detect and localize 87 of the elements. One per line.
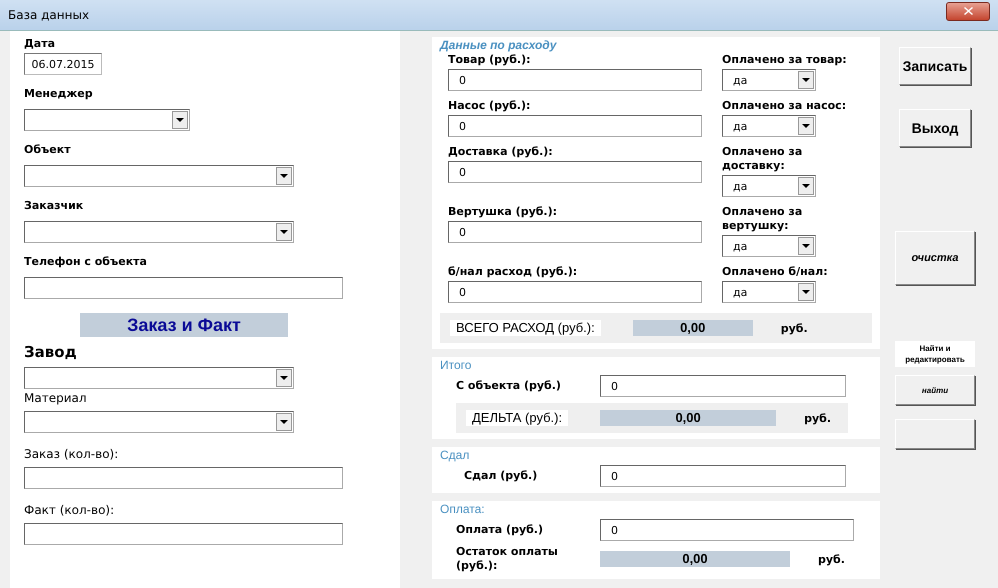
section-title: Оплата:: [440, 501, 486, 517]
text-field[interactable]: 0: [600, 375, 846, 397]
date-field[interactable]: 06.07.2015: [24, 53, 102, 75]
delta-value: 0,00: [600, 410, 776, 426]
dropdown-button[interactable]: [276, 167, 292, 185]
caret-icon: [802, 124, 810, 128]
dropdown-field[interactable]: [24, 221, 294, 243]
dropdown-field[interactable]: да: [722, 115, 816, 137]
window-title: База данных: [8, 8, 90, 22]
field-label: Сдал (руб.): [464, 469, 538, 483]
blank-button[interactable]: [895, 419, 975, 449]
caption-label: Найти и редактировать: [895, 341, 975, 367]
field-label: Оплачено за вертушку:: [722, 205, 804, 233]
dropdown-field[interactable]: [24, 367, 294, 389]
action-button[interactable]: очистка: [895, 231, 975, 285]
dropdown-button[interactable]: [798, 237, 814, 255]
dropdown-button[interactable]: [276, 413, 292, 431]
find-button[interactable]: найти: [895, 375, 975, 405]
dropdown-button[interactable]: [276, 369, 292, 387]
text-field[interactable]: [24, 523, 343, 545]
remainder-value: 0,00: [600, 551, 790, 567]
field-label: Товар (руб.):: [448, 53, 532, 67]
dropdown-button[interactable]: [798, 117, 814, 135]
field-label: Материал: [24, 391, 88, 405]
caret-icon: [802, 184, 810, 188]
dropdown-button[interactable]: [276, 223, 292, 241]
section-title: Данные по расходу: [440, 37, 558, 53]
field-label: Заказ (кол-во):: [24, 447, 120, 461]
dropdown-button[interactable]: [172, 111, 188, 129]
dropdown-field[interactable]: [24, 165, 294, 187]
currency-label: руб.: [804, 412, 831, 424]
section-banner: Заказ и Факт: [80, 313, 288, 337]
close-button[interactable]: [946, 2, 990, 20]
currency-label: руб.: [780, 322, 808, 334]
total-label: ВСЕГО РАСХОД (руб.):: [450, 320, 601, 336]
caret-icon: [280, 230, 288, 234]
text-field[interactable]: 0: [448, 281, 702, 303]
section-title: Сдал: [440, 447, 470, 463]
field-label: Объект: [24, 143, 72, 157]
delta-label: ДЕЛЬТА (руб.):: [466, 410, 568, 426]
text-field[interactable]: 0: [448, 115, 702, 137]
field-label: Оплата (руб.): [456, 523, 544, 537]
field-label: Факт (кол-во):: [24, 503, 116, 517]
field-label: Менеджер: [24, 87, 94, 101]
field-label: Насос (руб.):: [448, 99, 532, 113]
action-button[interactable]: Выход: [899, 109, 971, 147]
text-field[interactable]: 0: [600, 465, 846, 487]
close-icon: [964, 7, 972, 15]
text-field[interactable]: 0: [448, 69, 702, 91]
field-label: Завод: [24, 343, 78, 361]
section-title: Итого: [440, 357, 472, 373]
dropdown-field[interactable]: [24, 411, 294, 433]
action-button[interactable]: Записать: [899, 47, 971, 85]
field-label: Дата: [24, 37, 56, 51]
dropdown-field[interactable]: [24, 109, 190, 131]
field-label: Доставка (руб.):: [448, 145, 554, 159]
field-label: Остаток оплаты (руб.):: [456, 545, 559, 573]
field-label: С объекта (руб.): [456, 379, 562, 393]
caret-icon: [802, 290, 810, 294]
field-label: Заказчик: [24, 199, 84, 213]
text-field[interactable]: 0: [600, 519, 854, 541]
caret-icon: [176, 118, 184, 122]
dropdown-button[interactable]: [798, 177, 814, 195]
text-field[interactable]: 0: [448, 161, 702, 183]
caret-icon: [802, 78, 810, 82]
dropdown-field[interactable]: да: [722, 281, 816, 303]
dropdown-field[interactable]: да: [722, 175, 816, 197]
dropdown-field[interactable]: да: [722, 69, 816, 91]
total-value: 0,00: [632, 320, 753, 336]
field-label: Оплачено за товар:: [722, 53, 848, 67]
currency-label: руб.: [818, 552, 845, 566]
text-field[interactable]: [24, 277, 343, 299]
field-label: Оплачено б/нал:: [722, 265, 829, 279]
dropdown-button[interactable]: [798, 71, 814, 89]
text-field[interactable]: [24, 467, 343, 489]
field-label: Телефон с объекта: [24, 255, 148, 269]
text-field[interactable]: 0: [448, 221, 702, 243]
field-label: Вертушка (руб.):: [448, 205, 558, 219]
dropdown-button[interactable]: [798, 283, 814, 301]
dropdown-field[interactable]: да: [722, 235, 816, 257]
caret-icon: [802, 244, 810, 248]
caret-icon: [280, 174, 288, 178]
field-label: Оплачено за насос:: [722, 99, 848, 113]
field-label: Оплачено за доставку:: [722, 145, 804, 173]
caret-icon: [280, 376, 288, 380]
field-label: б/нал расход (руб.):: [448, 265, 578, 279]
caret-icon: [280, 420, 288, 424]
